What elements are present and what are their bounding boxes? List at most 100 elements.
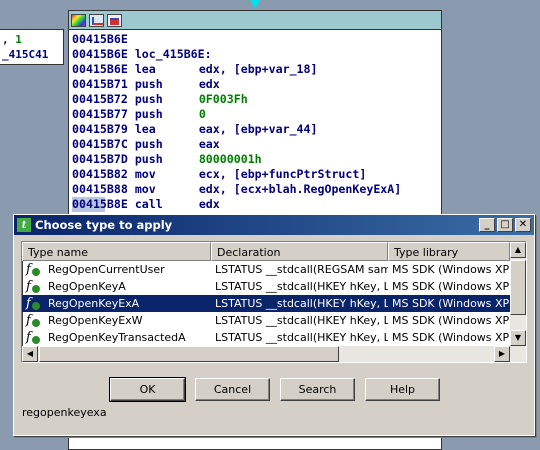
code-label[interactable]: loc_415B6E: [135,47,212,61]
type-row[interactable]: f RegOpenKeyExW LSTATUS __stdcall(HKEY hKe… [22,312,526,329]
column-header-type-name[interactable]: Type name [22,242,211,261]
type-library-cell: MS SDK (Windows XP) [392,297,510,310]
operands[interactable]: edx [199,197,220,211]
type-list[interactable]: Type name Declaration Type library f RegO… [21,241,527,363]
mnemonic: mov [134,167,156,181]
type-name-cell: f RegOpenCurrentUser [22,262,211,277]
type-icon: t [17,218,31,232]
declaration-cell: LSTATUS __stdcall(REGSAM samD... [215,263,388,276]
dialog-title: Choose type to apply [35,218,173,232]
type-name: RegOpenKeyExA [48,297,140,310]
type-name: RegOpenKeyExW [48,314,143,327]
code-line[interactable]: 00415B6E [72,32,441,47]
vertical-scrollbar[interactable]: ▲ ▼ [510,242,526,362]
function-type-icon: f [26,296,42,311]
scroll-left-arrow-icon[interactable]: ◀ [22,346,38,362]
code-line[interactable]: 00415B71 push edx [72,77,441,92]
minimize-button[interactable]: _ [479,218,495,232]
graph-view-icon[interactable] [89,13,104,27]
code-line[interactable]: 00415B8E call edx [72,197,220,212]
type-name-cell: f RegOpenKeyExW [22,313,211,328]
line-address: 00415B79 [72,122,128,136]
code-line[interactable]: 00415B7D push 80000001h [72,152,441,167]
type-rows: f RegOpenCurrentUser LSTATUS __stdcall(REG… [22,261,526,346]
code-line[interactable]: 00415B7C push eax [72,137,441,152]
line-address: 00415B88 [72,182,128,196]
type-library-cell: MS SDK (Windows XP) [392,314,510,327]
operands[interactable]: 0F003Fh [199,92,248,106]
horizontal-scroll-thumb[interactable] [39,346,339,362]
type-row[interactable]: f RegOpenCurrentUser LSTATUS __stdcall(REG… [22,261,526,278]
operands[interactable]: edx, [ebp+var_18] [199,62,318,76]
type-row[interactable]: f RegOpenKeyA LSTATUS __stdcall(HKEY hKey,… [22,278,526,295]
help-button[interactable]: Help [365,378,440,401]
horizontal-scrollbar[interactable]: ◀ ▶ [22,346,510,362]
scroll-up-arrow-icon[interactable]: ▲ [510,242,526,258]
graph-edge-arrow [250,0,260,9]
scroll-right-arrow-icon[interactable]: ▶ [494,346,510,362]
mnemonic: lea [134,122,156,136]
code-line[interactable]: 00415B82 mov ecx, [ebp+funcPtrStruct] [72,167,441,182]
operands[interactable]: 0 [199,107,206,121]
function-type-icon: f [26,279,42,294]
declaration-cell: LSTATUS __stdcall(HKEY hKey, LP... [215,331,388,344]
line-address: 00415B6E [72,32,128,46]
operands[interactable]: eax [199,137,220,151]
operands[interactable]: edx, [ecx+blah.RegOpenKeyExA] [199,182,401,196]
dialog-titlebar[interactable]: t Choose type to apply _ □ ✕ [14,215,534,235]
code-line[interactable]: 00415B88 mov edx, [ecx+blah.RegOpenKeyExA… [72,182,441,197]
type-name-cell: f RegOpenKeyA [22,279,211,294]
fragment-line-2: _415C41 [2,48,49,61]
column-header-type-library[interactable]: Type library [388,242,510,261]
scroll-down-arrow-icon[interactable]: ▼ [510,330,526,346]
type-name-cell: f RegOpenKeyTransactedA [22,330,211,345]
operands[interactable]: 80000001h [199,152,262,166]
type-library-cell: MS SDK (Windows XP) [392,280,510,293]
mnemonic: push [134,92,163,106]
mnemonic: mov [134,182,156,196]
code-line[interactable]: 00415B79 lea eax, [ebp+var_44] [72,122,441,137]
mnemonic: lea [134,62,156,76]
declaration-cell: LSTATUS __stdcall(HKEY hKey, LP... [215,297,388,310]
mnemonic: push [134,152,163,166]
type-name-cell: f RegOpenKeyExA [22,296,211,311]
fragment-line-1: , 1 [2,33,22,46]
type-name: RegOpenKeyTransactedA [48,331,186,344]
line-address: 00415B8E [72,197,128,211]
line-address: 00415B6E [72,47,128,61]
line-address: 00415B71 [72,77,128,91]
search-button[interactable]: Search [280,378,355,401]
code-line[interactable]: 00415B72 push 0F003Fh [72,92,441,107]
operands[interactable]: edx [199,77,220,91]
vertical-scroll-thumb[interactable] [510,260,526,315]
line-address: 00415B6E [72,62,128,76]
mnemonic: push [134,137,163,151]
type-library-cell: MS SDK (Windows XP) [392,263,510,276]
code-line[interactable]: 00415B6E loc_415B6E: [72,47,441,62]
line-address: 00415B82 [72,167,128,181]
ok-button[interactable]: OK [109,377,186,402]
mnemonic: call [134,197,163,211]
code-line[interactable]: 00415B77 push 0 [72,107,441,122]
type-row[interactable]: f RegOpenKeyTransactedA LSTATUS __stdcall(… [22,329,526,346]
mnemonic: push [134,77,163,91]
choose-type-dialog: t Choose type to apply _ □ ✕ Type name D… [13,214,535,436]
color-palette-icon[interactable] [71,13,86,27]
column-headers: Type name Declaration Type library [22,242,526,261]
code-block-header [69,11,441,30]
function-type-icon: f [26,330,42,345]
group-nodes-icon[interactable] [107,13,122,27]
close-button[interactable]: ✕ [515,218,531,232]
adjacent-code-block[interactable]: , 1 _415C41 [0,29,64,65]
declaration-cell: LSTATUS __stdcall(HKEY hKey, LP... [215,280,388,293]
operands[interactable]: eax, [ebp+var_44] [199,122,318,136]
code-line[interactable]: 00415B6E lea edx, [ebp+var_18] [72,62,441,77]
operands[interactable]: ecx, [ebp+funcPtrStruct] [199,167,367,181]
type-name: RegOpenKeyA [48,280,126,293]
type-row[interactable]: f RegOpenKeyExA LSTATUS __stdcall(HKEY hKe… [22,295,526,312]
cancel-button[interactable]: Cancel [195,378,270,401]
column-header-declaration[interactable]: Declaration [211,242,388,261]
line-address: 00415B72 [72,92,128,106]
maximize-button[interactable]: □ [497,218,513,232]
dialog-buttons: OK Cancel Search Help [109,377,440,402]
